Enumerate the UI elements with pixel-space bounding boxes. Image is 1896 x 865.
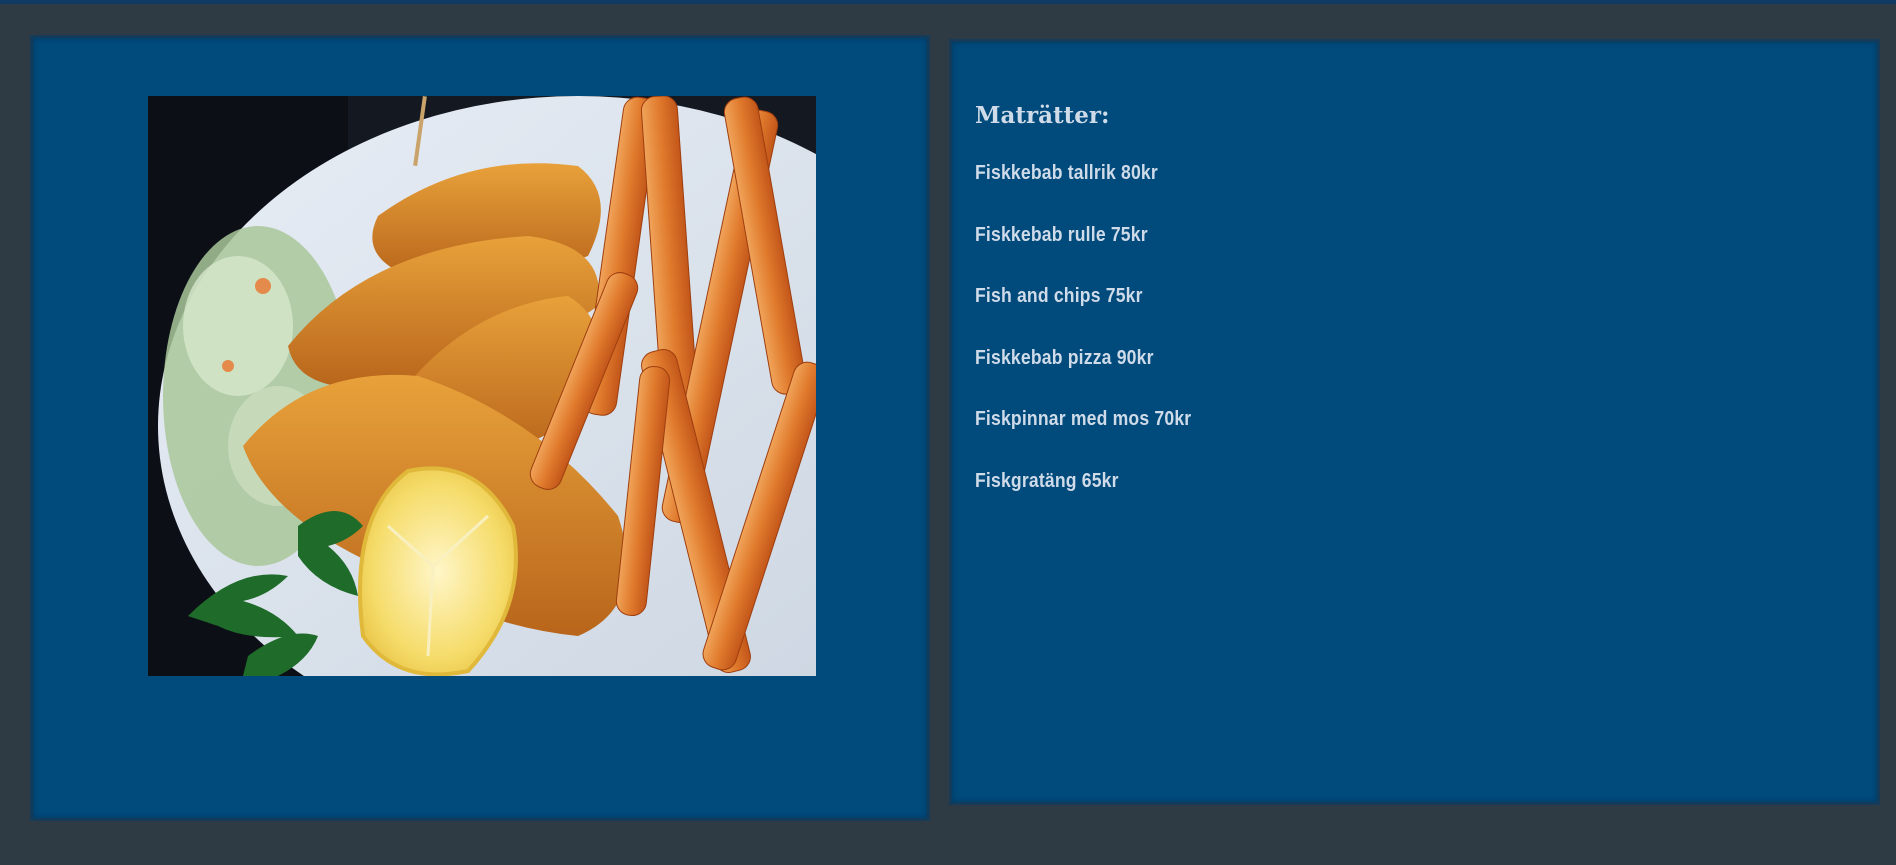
menu-item: Fish and chips 75kr <box>975 285 1143 307</box>
fish-and-chips-photo <box>148 96 816 676</box>
menu-item: Fiskkebab rulle 75kr <box>975 223 1148 246</box>
image-panel <box>33 38 927 818</box>
menu-item: Fiskgratäng 65kr <box>975 469 1119 492</box>
menu-item: Fiskpinnar med mos 70kr <box>975 408 1192 430</box>
menu-item: Fiskkebab tallrik 80kr <box>975 162 1158 184</box>
menu-list: Fiskkebab tallrik 80kr Fiskkebab rulle 7… <box>975 162 1221 531</box>
top-border <box>0 0 1896 4</box>
menu-heading: Maträtter: <box>975 102 1110 129</box>
menu-panel: Maträtter: Fiskkebab tallrik 80kr Fiskke… <box>952 42 1877 802</box>
menu-item: Fiskkebab pizza 90kr <box>975 346 1154 369</box>
